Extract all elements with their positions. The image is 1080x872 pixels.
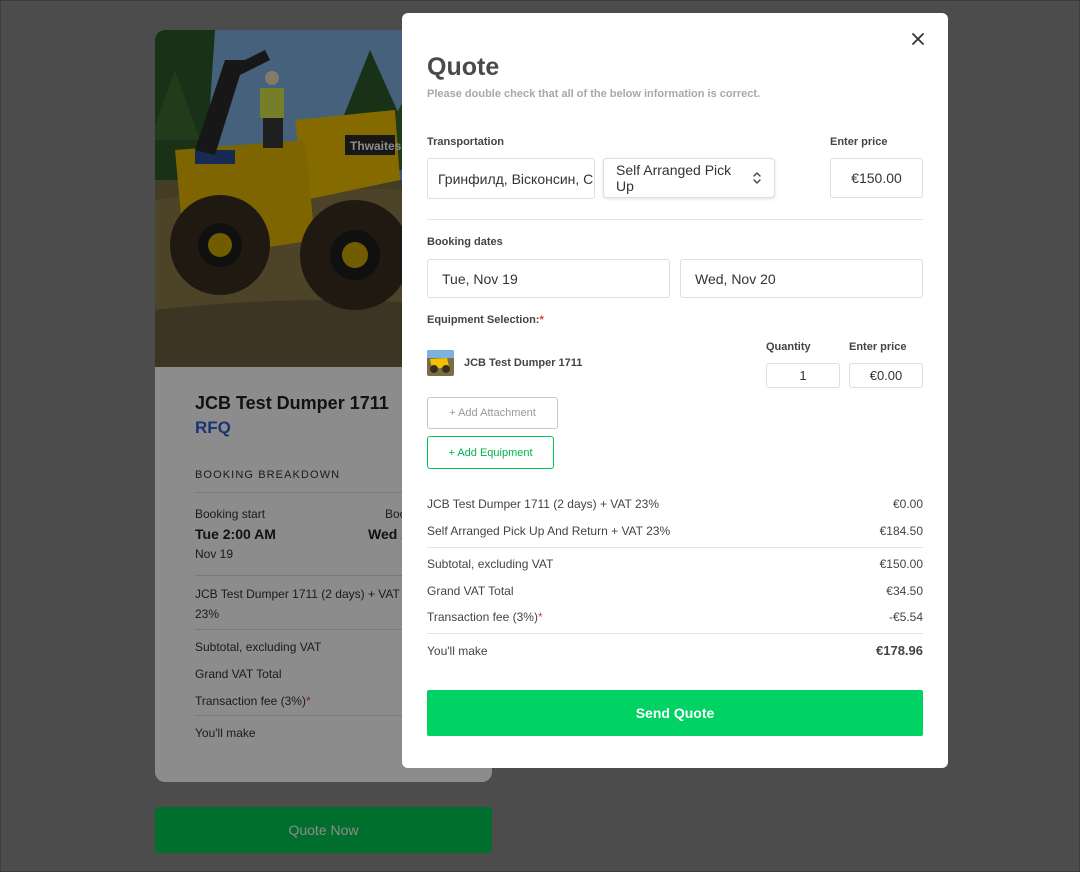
subtotal-label: Subtotal, excluding VAT — [427, 557, 554, 571]
vat-value: €34.50 — [886, 584, 923, 598]
equipment-selection-label: Equipment Selection:* — [427, 314, 544, 326]
fee-row: Transaction fee (3%)* -€5.54 — [427, 610, 923, 624]
quantity-input[interactable]: 1 — [766, 363, 840, 388]
fee-label: Transaction fee (3%)* — [427, 610, 543, 624]
equipment-price-label: Enter price — [849, 341, 907, 353]
vat-row: Grand VAT Total €34.50 — [427, 584, 923, 598]
summary-label: JCB Test Dumper 1711 (2 days) + VAT 23% — [427, 497, 659, 511]
equipment-name: JCB Test Dumper 1711 — [464, 357, 583, 369]
transport-price-input[interactable]: €150.00 — [830, 158, 923, 198]
transport-select[interactable]: Self Arranged Pick Up — [603, 158, 775, 198]
youll-make-label: You'll make — [427, 643, 488, 658]
summary-value: €0.00 — [892, 497, 923, 511]
quote-modal: Quote Please double check that all of th… — [402, 13, 948, 768]
subtotal-row: Subtotal, excluding VAT €150.00 — [427, 557, 923, 571]
modal-title: Quote — [427, 53, 500, 81]
summary-row: Self Arranged Pick Up And Return + VAT 2… — [427, 524, 923, 538]
divider — [427, 633, 923, 634]
chevron-updown-icon — [752, 171, 762, 185]
summary-label: Self Arranged Pick Up And Return + VAT 2… — [427, 524, 671, 538]
enter-price-label: Enter price — [830, 136, 888, 148]
youll-make-row: You'll make €178.96 — [427, 643, 923, 658]
quantity-label: Quantity — [766, 341, 811, 353]
location-input[interactable]: Гринфилд, Вісконсин, США — [427, 158, 595, 199]
end-date-input[interactable]: Wed, Nov 20 — [680, 259, 923, 298]
summary-value: €184.50 — [879, 524, 923, 538]
fee-value: -€5.54 — [888, 610, 923, 624]
equipment-price-input[interactable]: €0.00 — [849, 363, 923, 388]
add-attachment-button[interactable]: + Add Attachment — [427, 397, 558, 429]
divider — [427, 547, 923, 548]
divider — [427, 219, 923, 220]
close-icon[interactable] — [910, 31, 926, 47]
equipment-thumbnail — [427, 350, 454, 376]
vat-label: Grand VAT Total — [427, 584, 514, 598]
subtotal-value: €150.00 — [879, 557, 923, 571]
transportation-label: Transportation — [427, 136, 505, 148]
start-date-input[interactable]: Tue, Nov 19 — [427, 259, 670, 298]
booking-dates-label: Booking dates — [427, 236, 503, 248]
youll-make-value: €178.96 — [876, 643, 923, 658]
modal-subtitle: Please double check that all of the belo… — [427, 88, 761, 100]
send-quote-button[interactable]: Send Quote — [427, 690, 923, 736]
summary-row: JCB Test Dumper 1711 (2 days) + VAT 23% … — [427, 497, 923, 511]
add-equipment-button[interactable]: + Add Equipment — [427, 436, 554, 469]
transport-select-value: Self Arranged Pick Up — [616, 162, 732, 194]
